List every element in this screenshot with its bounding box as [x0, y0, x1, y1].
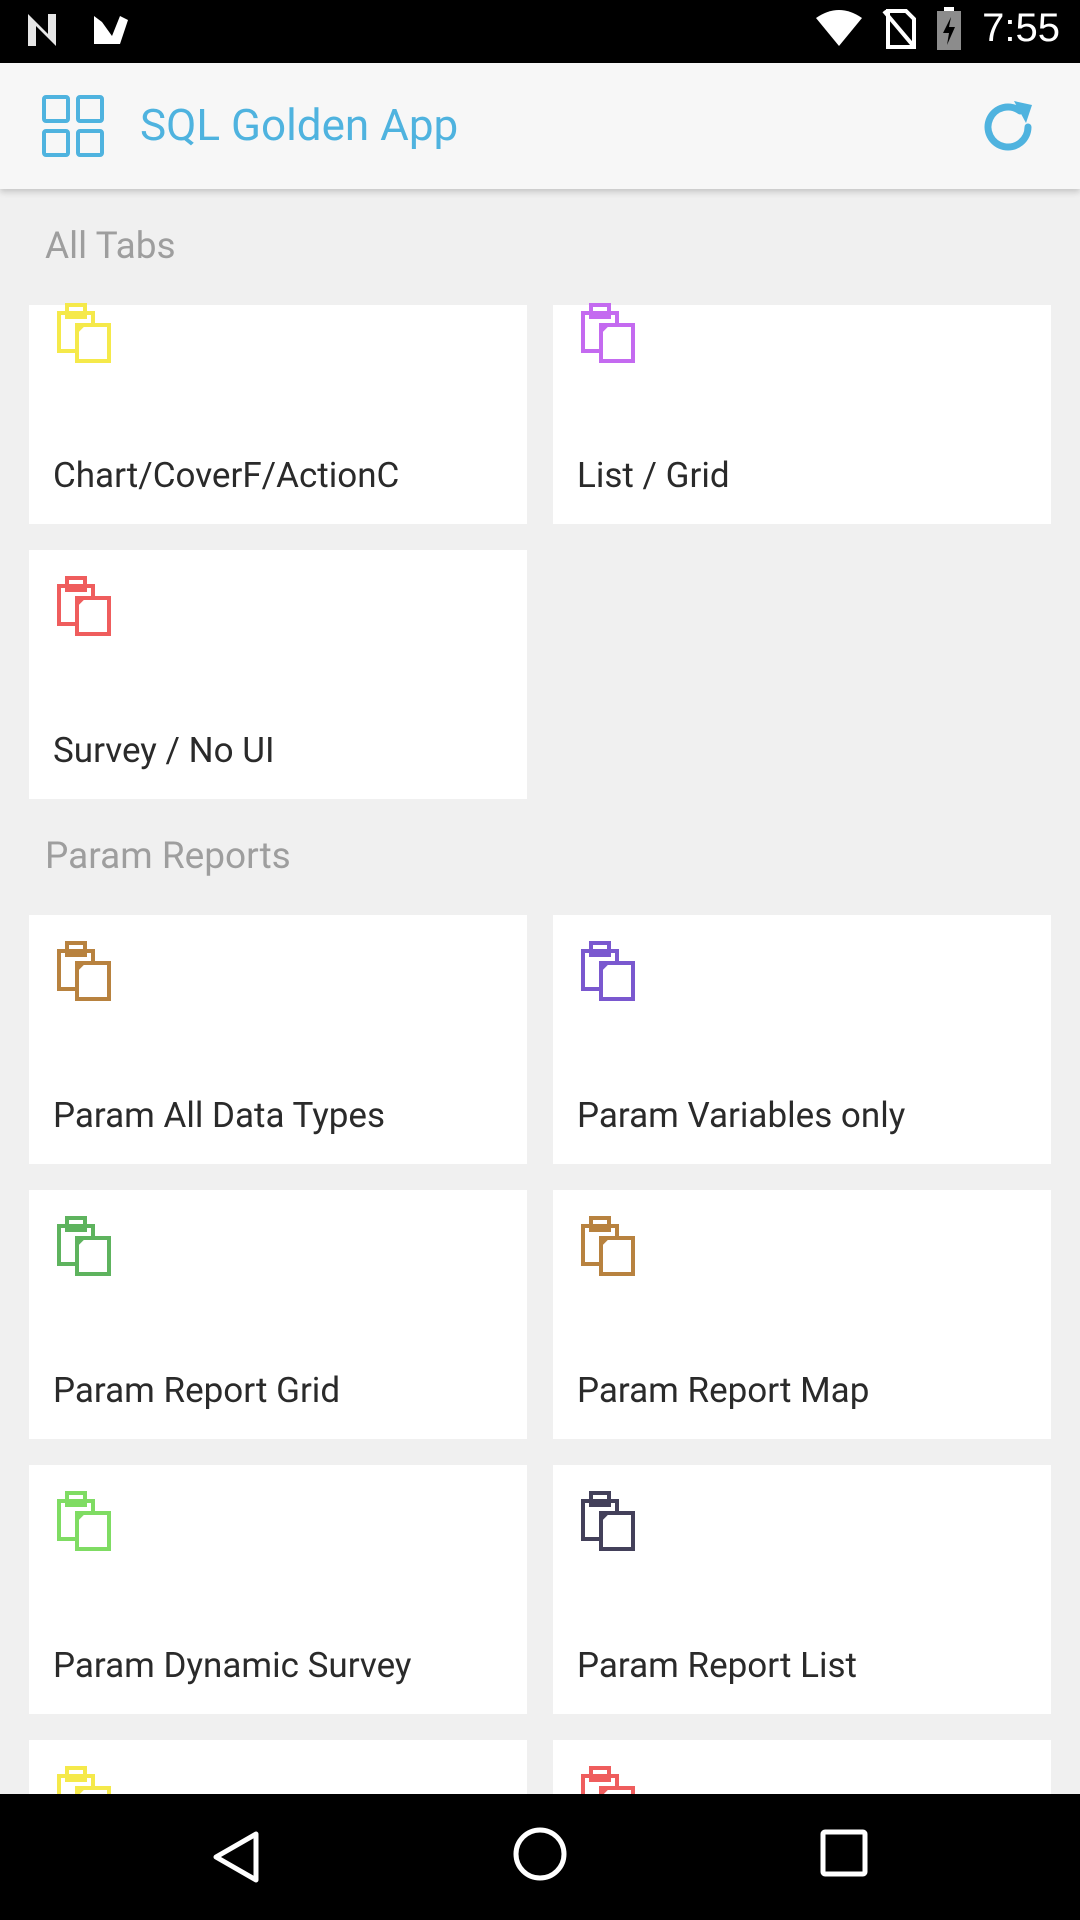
status-bar: 7:55	[0, 0, 1080, 63]
clipboard-icon	[581, 941, 635, 1001]
clipboard-icon	[57, 576, 111, 636]
card-label: List / Grid	[577, 455, 730, 496]
clipboard-icon	[581, 1491, 635, 1551]
dashboard-content: All Tabs Chart/CoverF/ActionC List / Gri…	[0, 189, 1080, 1794]
clipboard-icon	[57, 1491, 111, 1551]
report-card-param-dynamic-survey[interactable]: Param Dynamic Survey	[29, 1465, 527, 1714]
grid-icon[interactable]	[42, 95, 106, 157]
clipboard-icon	[581, 1766, 635, 1794]
report-card-param-report-list[interactable]: Param Report List	[553, 1465, 1051, 1714]
report-card-partial[interactable]	[553, 1740, 1051, 1794]
clipboard-icon	[57, 941, 111, 1001]
n-notification-icon	[28, 14, 56, 46]
app-bar: SQL Golden App	[0, 63, 1080, 189]
card-label: Param Report Grid	[53, 1370, 341, 1411]
clipboard-icon	[57, 1766, 111, 1794]
tab-card-survey-no-ui[interactable]: Survey / No UI	[29, 550, 527, 799]
section-title-param-reports: Param Reports	[45, 835, 291, 878]
no-sim-icon	[882, 8, 917, 49]
card-label: Param Dynamic Survey	[53, 1645, 412, 1686]
report-card-param-report-grid[interactable]: Param Report Grid	[29, 1190, 527, 1439]
battery-charging-icon	[937, 6, 962, 50]
clipboard-icon	[57, 303, 111, 363]
report-card-param-variables-only[interactable]: Param Variables only	[553, 915, 1051, 1164]
tab-card-chart-coverf-actionc[interactable]: Chart/CoverF/ActionC	[29, 303, 527, 524]
clipboard-icon	[57, 1216, 111, 1276]
report-card-partial[interactable]	[29, 1740, 527, 1794]
tab-card-list-grid[interactable]: List / Grid	[553, 303, 1051, 524]
card-label: Param Report List	[577, 1645, 857, 1686]
wifi-icon	[816, 9, 863, 46]
section-title-all-tabs: All Tabs	[45, 225, 176, 268]
navigation-bar	[0, 1794, 1080, 1920]
app-title: SQL Golden App	[140, 99, 459, 151]
refresh-icon[interactable]	[978, 97, 1038, 157]
card-label: Param Report Map	[577, 1370, 870, 1411]
report-card-param-report-map[interactable]: Param Report Map	[553, 1190, 1051, 1439]
clock: 7:55	[982, 6, 1060, 50]
clipboard-icon	[581, 303, 635, 363]
clipboard-icon	[581, 1216, 635, 1276]
back-icon[interactable]	[212, 1830, 260, 1884]
card-label: Survey / No UI	[53, 730, 275, 771]
card-label: Param Variables only	[577, 1095, 906, 1136]
checkmark-notification-icon	[94, 16, 128, 44]
recents-icon[interactable]	[820, 1828, 868, 1880]
report-card-param-all-data-types[interactable]: Param All Data Types	[29, 915, 527, 1164]
card-label: Chart/CoverF/ActionC	[53, 455, 400, 496]
card-label: Param All Data Types	[53, 1095, 386, 1136]
home-icon[interactable]	[512, 1826, 568, 1882]
